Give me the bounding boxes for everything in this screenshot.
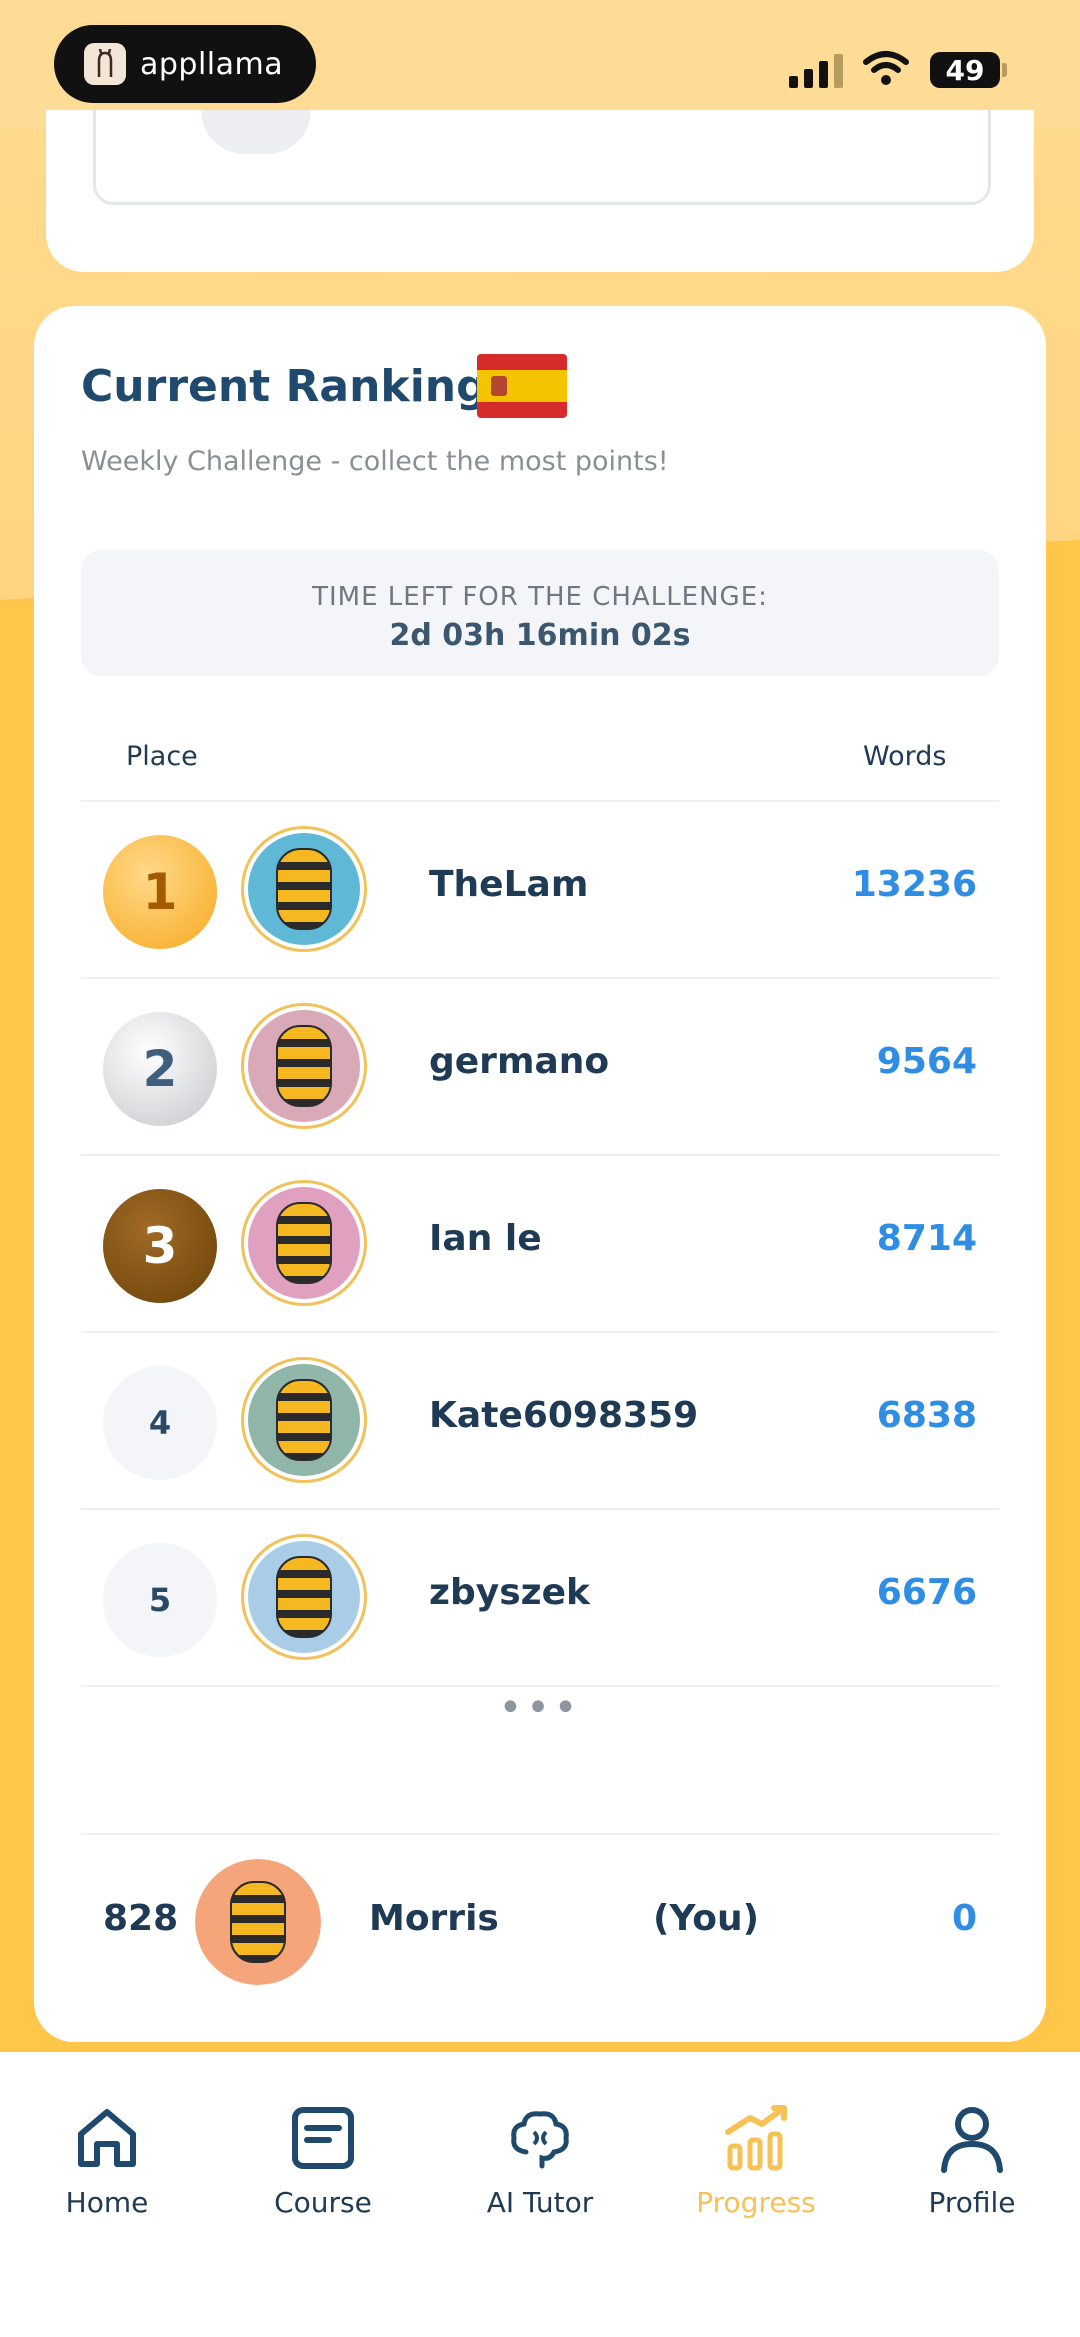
nav-home[interactable]: Home xyxy=(7,2102,207,2219)
challenge-timer: TIME LEFT FOR THE CHALLENGE: 2d 03h 16mi… xyxy=(81,550,999,676)
person-icon xyxy=(941,2107,1003,2173)
nav-label: Profile xyxy=(928,2186,1016,2219)
avatar xyxy=(241,826,367,952)
avatar xyxy=(241,1180,367,1306)
bee-avatar-icon xyxy=(276,1025,332,1107)
player-name: zbyszek xyxy=(429,1572,590,1613)
nav-label: Progress xyxy=(696,2186,816,2219)
column-place: Place xyxy=(126,741,198,772)
player-name: TheLam xyxy=(429,864,589,905)
home-icon xyxy=(78,2109,136,2167)
ranking-list: 1 TheLam 13236 2 germano 9564 3 Ian le 8… xyxy=(81,800,999,1731)
bee-avatar-icon xyxy=(276,848,332,930)
more-dots[interactable]: ••• xyxy=(81,1685,999,1731)
gold-medal: 1 xyxy=(103,835,217,949)
bottom-nav: Home Course AI Tutor Progress Profile xyxy=(0,2052,1080,2337)
avatar xyxy=(241,1357,367,1483)
my-place: 828 xyxy=(103,1898,179,1939)
silver-medal: 2 xyxy=(103,1012,217,1126)
ranking-card: Current Ranking Weekly Challenge - colle… xyxy=(34,306,1046,2042)
battery-cap xyxy=(1002,63,1007,77)
player-score: 6838 xyxy=(876,1395,977,1436)
player-score: 13236 xyxy=(851,864,977,905)
player-score: 6676 xyxy=(876,1572,977,1613)
nav-progress[interactable]: Progress xyxy=(656,2102,856,2219)
ranking-subtitle: Weekly Challenge - collect the most poin… xyxy=(81,446,669,477)
my-avatar xyxy=(195,1859,321,1985)
avatar-placeholder xyxy=(201,110,311,154)
you-label: (You) xyxy=(653,1898,760,1939)
nav-label: Course xyxy=(274,2186,372,2219)
my-score: 0 xyxy=(951,1898,977,1939)
nav-label: AI Tutor xyxy=(486,2186,594,2219)
column-words: Words xyxy=(863,741,947,772)
ranking-row[interactable]: 1 TheLam 13236 xyxy=(81,800,999,977)
signal-icon xyxy=(789,52,843,88)
app-brand: appllama xyxy=(140,46,284,82)
my-name: Morris xyxy=(369,1898,499,1939)
bee-avatar-icon xyxy=(276,1556,332,1638)
wifi-icon xyxy=(862,50,910,90)
llama-logo-icon xyxy=(84,43,126,85)
timer-value: 2d 03h 16min 02s xyxy=(389,618,691,653)
player-score: 8714 xyxy=(876,1218,977,1259)
previous-card xyxy=(46,110,1034,272)
previous-card-inner xyxy=(93,110,991,205)
chart-icon xyxy=(725,2105,787,2171)
spain-flag-icon xyxy=(477,354,567,418)
battery-icon: 49 xyxy=(930,52,1000,88)
player-name: germano xyxy=(429,1041,610,1082)
rank-number: 4 xyxy=(103,1366,217,1480)
avatar xyxy=(241,1534,367,1660)
nav-course[interactable]: Course xyxy=(223,2102,423,2219)
ranking-title: Current Ranking xyxy=(81,361,488,412)
bee-avatar-icon xyxy=(276,1379,332,1461)
app-pill[interactable]: appllama xyxy=(54,25,316,103)
nav-label: Home xyxy=(65,2186,149,2219)
timer-label: TIME LEFT FOR THE CHALLENGE: xyxy=(312,582,768,612)
bee-avatar-icon xyxy=(230,1881,286,1963)
ranking-row[interactable]: 5 zbyszek 6676 xyxy=(81,1508,999,1685)
course-icon xyxy=(292,2107,354,2169)
nav-profile[interactable]: Profile xyxy=(872,2102,1072,2219)
nav-ai-tutor[interactable]: AI Tutor xyxy=(440,2102,640,2219)
bee-avatar-icon xyxy=(276,1202,332,1284)
ranking-row[interactable]: 2 germano 9564 xyxy=(81,977,999,1154)
avatar xyxy=(241,1003,367,1129)
brain-icon xyxy=(511,2111,569,2169)
my-ranking-row[interactable]: 828 Morris (You) 0 xyxy=(81,1833,999,2005)
rank-number: 5 xyxy=(103,1543,217,1657)
ranking-row[interactable]: 3 Ian le 8714 xyxy=(81,1154,999,1331)
player-name: Ian le xyxy=(429,1218,542,1259)
player-name: Kate6098359 xyxy=(429,1395,699,1436)
ranking-row[interactable]: 4 Kate6098359 6838 xyxy=(81,1331,999,1508)
player-score: 9564 xyxy=(876,1041,977,1082)
bronze-medal: 3 xyxy=(103,1189,217,1303)
